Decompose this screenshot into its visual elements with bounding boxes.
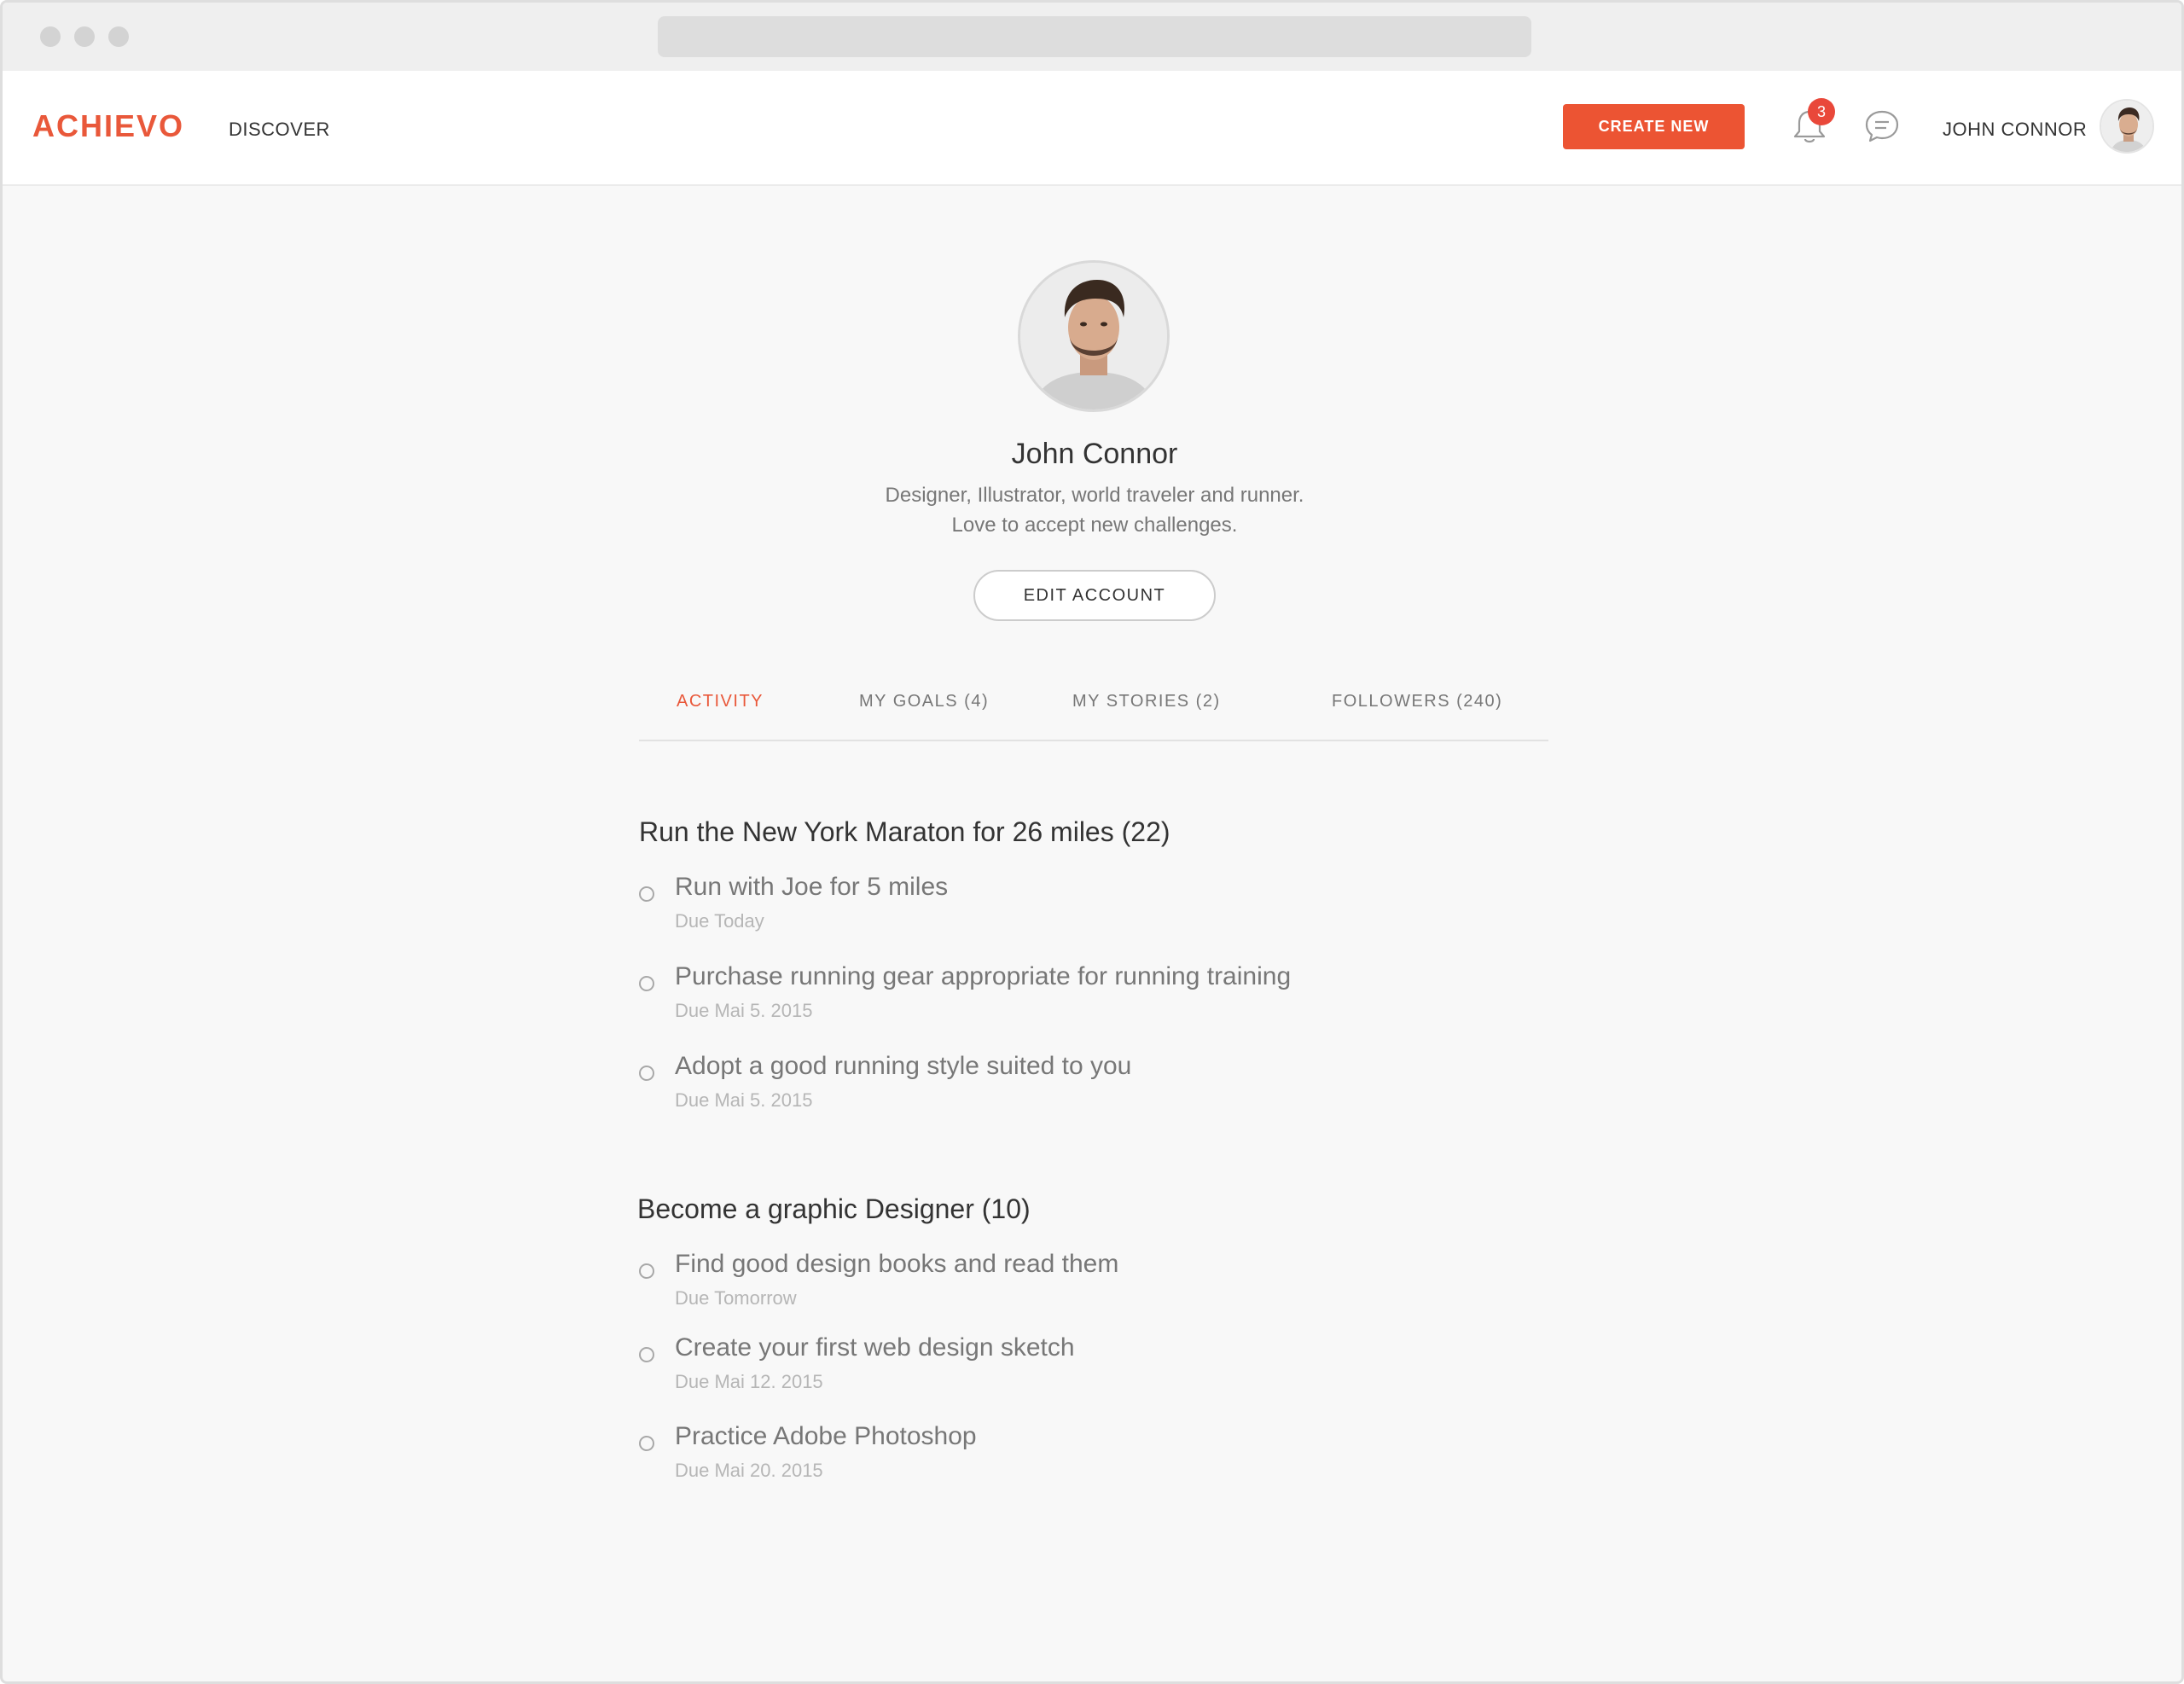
- tab-my-goals[interactable]: MY GOALS (4): [859, 692, 989, 711]
- circle-outline-icon[interactable]: [639, 1066, 654, 1081]
- tab-followers[interactable]: FOLLOWERS (240): [1332, 692, 1502, 711]
- browser-toolbar: [3, 3, 2181, 71]
- notification-badge: 3: [1808, 98, 1835, 125]
- header-user-name[interactable]: JOHN CONNOR: [1943, 119, 2087, 141]
- task-title: Find good design books and read them: [675, 1250, 1119, 1278]
- circle-outline-icon[interactable]: [639, 1263, 654, 1279]
- task-title: Adopt a good running style suited to you: [675, 1052, 1132, 1080]
- window-close-dot[interactable]: [40, 26, 61, 47]
- circle-outline-icon[interactable]: [639, 886, 654, 902]
- window-maximize-dot[interactable]: [108, 26, 129, 47]
- circle-outline-icon[interactable]: [639, 976, 654, 991]
- task-item[interactable]: Run with Joe for 5 miles Due Today: [639, 873, 1577, 972]
- profile-bio-line: Love to accept new challenges.: [951, 514, 1238, 537]
- nav-discover-link[interactable]: DISCOVER: [229, 119, 330, 141]
- edit-account-button[interactable]: EDIT ACCOUNT: [973, 570, 1216, 621]
- task-due-date: Due Tomorrow: [675, 1287, 797, 1309]
- profile-name: John Connor: [1011, 438, 1178, 470]
- profile-bio-line: Designer, Illustrator, world traveler an…: [885, 484, 1304, 507]
- create-new-button[interactable]: CREATE NEW: [1563, 104, 1745, 149]
- goal-title[interactable]: Run the New York Maraton for 26 miles (2…: [639, 816, 1170, 848]
- circle-outline-icon[interactable]: [639, 1347, 654, 1362]
- task-title: Practice Adobe Photoshop: [675, 1422, 977, 1450]
- task-due-date: Due Mai 20. 2015: [675, 1460, 823, 1481]
- tab-activity[interactable]: ACTIVITY: [677, 692, 764, 711]
- task-due-date: Due Mai 12. 2015: [675, 1371, 823, 1392]
- task-title: Purchase running gear appropriate for ru…: [675, 962, 1292, 990]
- profile-bio: Designer, Illustrator, world traveler an…: [3, 480, 2181, 540]
- task-due-date: Due Today: [675, 910, 764, 932]
- header-avatar[interactable]: [2100, 99, 2154, 154]
- app-logo[interactable]: ACHIEVO: [32, 108, 184, 144]
- address-bar[interactable]: [658, 16, 1531, 57]
- task-item[interactable]: Purchase running gear appropriate for ru…: [639, 962, 1577, 1061]
- chat-icon[interactable]: [1864, 109, 1900, 143]
- task-item[interactable]: Create your first web design sketch Due …: [639, 1333, 1577, 1432]
- task-title: Run with Joe for 5 miles: [675, 873, 949, 901]
- goal-title[interactable]: Become a graphic Designer (10): [637, 1193, 1031, 1225]
- task-title: Create your first web design sketch: [675, 1333, 1075, 1362]
- profile-avatar: [1018, 260, 1170, 412]
- task-item[interactable]: Practice Adobe Photoshop Due Mai 20. 201…: [639, 1422, 1577, 1521]
- task-due-date: Due Mai 5. 2015: [675, 1000, 813, 1021]
- app-header: ACHIEVO DISCOVER CREATE NEW 3 JOHN CONNO…: [3, 71, 2181, 186]
- tab-my-stories[interactable]: MY STORIES (2): [1072, 692, 1221, 711]
- browser-window: ACHIEVO DISCOVER CREATE NEW 3 JOHN CONNO…: [0, 0, 2184, 1684]
- task-due-date: Due Mai 5. 2015: [675, 1089, 813, 1111]
- profile-tabs: ACTIVITY MY GOALS (4) MY STORIES (2) FOL…: [639, 677, 1548, 741]
- circle-outline-icon[interactable]: [639, 1436, 654, 1451]
- window-minimize-dot[interactable]: [74, 26, 95, 47]
- task-item[interactable]: Adopt a good running style suited to you…: [639, 1052, 1577, 1151]
